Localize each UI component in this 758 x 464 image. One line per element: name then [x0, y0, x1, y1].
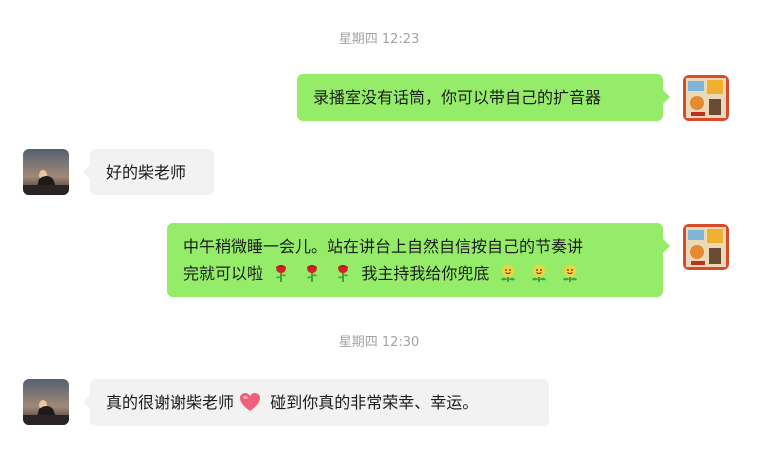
my-avatar[interactable] [683, 224, 729, 270]
message-text: 真的很谢谢柴老师 [106, 393, 235, 412]
message-text: 碰到你真的非常荣幸、幸运。 [270, 393, 479, 412]
incoming-message-bubble[interactable]: 真的很谢谢柴老师 碰到你真的非常荣幸、幸运。 [83, 379, 549, 426]
message-text-line: 完就可以啦 我主持我给你兜底 [183, 260, 647, 287]
rose-icon [333, 263, 353, 283]
message-text: 录播室没有话筒，你可以带自己的扩音器 [313, 88, 602, 107]
outgoing-message-bubble[interactable]: 中午稍微睡一会儿。站在讲台上自然自信按自己的节奏讲 完就可以啦 我主持我给你兜底 [167, 223, 670, 297]
contact-avatar[interactable] [23, 379, 69, 425]
smiling-sprout-icon [498, 263, 518, 283]
rose-icon [271, 263, 291, 283]
message-text-line: 中午稍微睡一会儿。站在讲台上自然自信按自己的节奏讲 [183, 237, 584, 256]
message-text: 我主持我给你兜底 [361, 264, 490, 283]
heart-icon [239, 392, 261, 412]
message-text: 完就可以啦 [183, 264, 264, 283]
rose-icon [302, 263, 322, 283]
contact-avatar[interactable] [23, 149, 69, 195]
chat-window: 星期四 12:23 录播室没有话筒，你可以带自己的扩音器 好的柴老师 中午稍微睡… [0, 0, 758, 464]
smiling-sprout-icon [560, 263, 580, 283]
incoming-message-bubble[interactable]: 好的柴老师 [83, 149, 214, 195]
my-avatar[interactable] [683, 75, 729, 121]
timestamp: 星期四 12:23 [338, 32, 420, 47]
outgoing-message-bubble[interactable]: 录播室没有话筒，你可以带自己的扩音器 [297, 74, 670, 121]
timestamp: 星期四 12:30 [338, 335, 420, 350]
smiling-sprout-icon [529, 263, 549, 283]
message-text: 好的柴老师 [106, 163, 187, 182]
